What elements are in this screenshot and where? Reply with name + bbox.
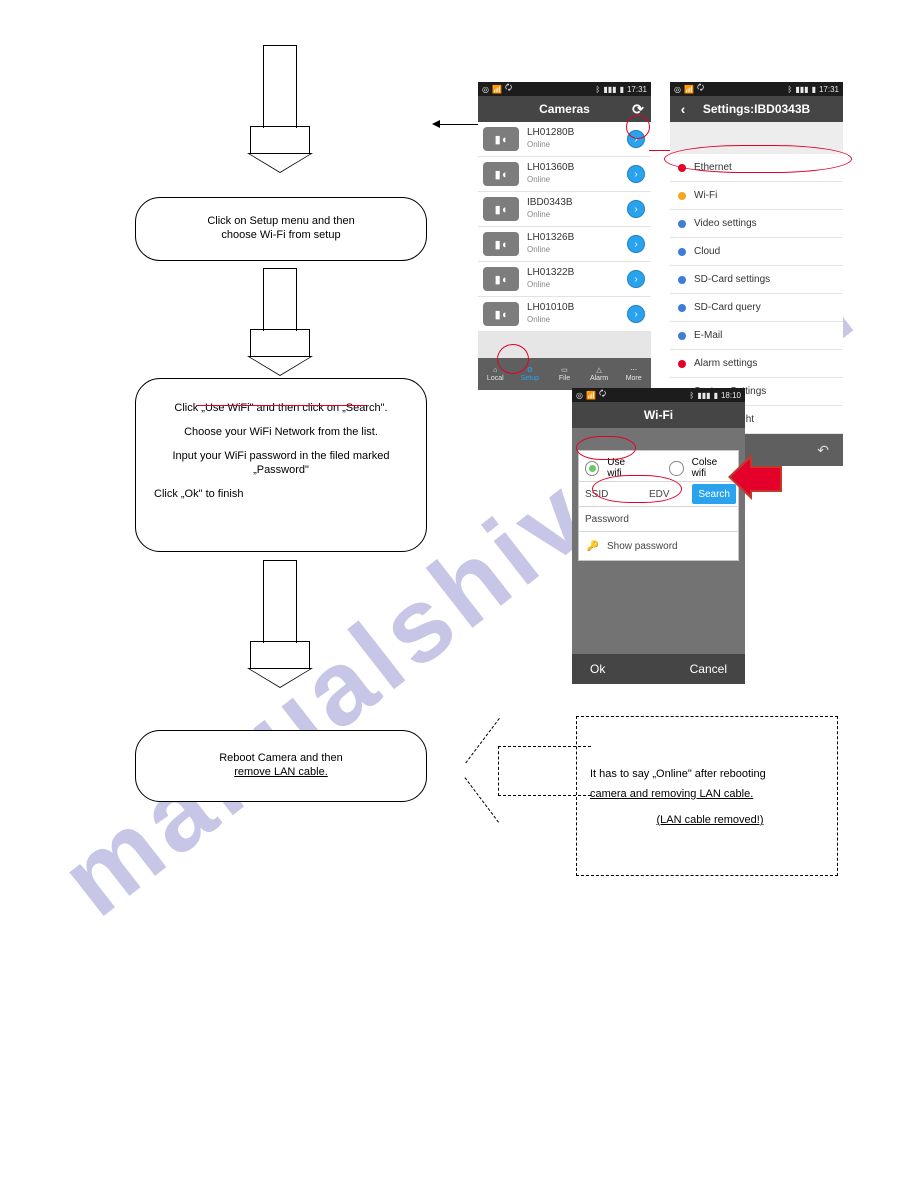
camera-more-button[interactable]: › xyxy=(627,235,645,253)
flow-box-2-l5: Click „Ok" to finish xyxy=(136,487,426,501)
signal-icon: ▮▮▮ xyxy=(603,85,616,94)
dashed-text: It has to say „Online" after rebooting c… xyxy=(590,764,830,830)
settings-title: Settings:IBD0343B ‹ xyxy=(670,96,843,122)
clock: 17:31 xyxy=(627,85,647,94)
flow-box-1: Click on Setup menu and then choose Wi-F… xyxy=(135,197,427,261)
camera-name: LH01322B xyxy=(527,267,627,279)
battery-icon: ▮ xyxy=(620,85,624,94)
annotation-ellipse-password xyxy=(592,475,682,503)
radio-use-wifi[interactable] xyxy=(585,461,599,476)
flow-box-3-l1: Reboot Camera and then xyxy=(136,731,426,765)
status-icon: ◎ xyxy=(482,85,489,94)
back-icon[interactable]: ‹ xyxy=(670,96,696,122)
annotation-ellipse-wifi xyxy=(664,145,852,173)
key-icon: 🔑 xyxy=(585,538,601,554)
flow-box-2-l2: Choose your WiFi Network from the list. xyxy=(136,425,426,439)
camera-name: IBD0343B xyxy=(527,197,627,209)
wifi-title: Wi-Fi xyxy=(572,402,745,428)
settings-item-cloud[interactable]: Cloud xyxy=(670,238,843,266)
radio-close-wifi[interactable] xyxy=(669,461,683,476)
sync-icon: 🗘 xyxy=(505,82,512,96)
flow-box-1-l1: Click on Setup menu and then xyxy=(136,198,426,228)
status-bar: ◎📶🗘 ᛒ▮▮▮▮17:31 xyxy=(670,82,843,96)
settings-item-wifi[interactable]: Wi-Fi xyxy=(670,182,843,210)
return-icon[interactable]: ↶ xyxy=(817,442,829,459)
camera-icon: ▮◖ xyxy=(483,127,519,151)
cancel-button[interactable]: Cancel xyxy=(690,662,727,676)
camera-status: Online xyxy=(527,314,627,326)
password-label: Password xyxy=(585,514,645,525)
status-bar: ◎ 📶 🗘 ᛒ ▮▮▮ ▮ 17:31 xyxy=(478,82,651,96)
camera-icon: ▮◖ xyxy=(483,302,519,326)
flow-box-2-l4: „Password" xyxy=(136,463,426,477)
settings-item-video[interactable]: Video settings xyxy=(670,210,843,238)
wifi-panel: Use wifi Colse wifi SSID EDV Search Pass… xyxy=(578,450,739,561)
camera-icon: ▮◖ xyxy=(483,162,519,186)
flow-arrow-2 xyxy=(247,268,313,368)
camera-list: ▮◖ LH01280B Online › ▮◖ LH01360B Online … xyxy=(478,122,651,358)
settings-item-sdcard-settings[interactable]: SD-Card settings xyxy=(670,266,843,294)
camera-row[interactable]: ▮◖ LH01322B Online › xyxy=(478,262,651,297)
settings-item-alarm[interactable]: Alarm settings xyxy=(670,350,843,378)
camera-icon: ▮◖ xyxy=(483,232,519,256)
camera-row[interactable]: ▮◖ IBD0343B Online › xyxy=(478,192,651,227)
annotation-redline xyxy=(196,405,366,406)
flow-box-2: Click „Use WiFi" and then click on „Sear… xyxy=(135,378,427,552)
pointer-to-cameras xyxy=(432,119,482,129)
camera-row[interactable]: ▮◖ LH01326B Online › xyxy=(478,227,651,262)
flow-box-3-l2: remove LAN cable. xyxy=(234,766,328,778)
annotation-circle-setup xyxy=(497,344,529,374)
camera-more-button[interactable]: › xyxy=(627,270,645,288)
camera-name: LH01360B xyxy=(527,162,627,174)
flow-box-2-l3: Input your WiFi password in the filed ma… xyxy=(136,449,426,463)
tab-more[interactable]: ⋯More xyxy=(616,358,651,390)
status-bar: ◎📶🗘 ᛒ▮▮▮▮18:10 xyxy=(572,388,745,402)
camera-status: Online xyxy=(527,279,627,291)
dashed-arrow-left xyxy=(460,718,590,826)
tab-file[interactable]: ▭File xyxy=(547,358,582,390)
settings-item-sdcard-query[interactable]: SD-Card query xyxy=(670,294,843,322)
camera-name: LH01010B xyxy=(527,302,627,314)
camera-name: LH01326B xyxy=(527,232,627,244)
camera-status: Online xyxy=(527,209,627,221)
camera-name: LH01280B xyxy=(527,127,627,139)
close-wifi-label: Colse wifi xyxy=(692,457,732,479)
camera-icon: ▮◖ xyxy=(483,267,519,291)
flow-box-2-l1: Click „Use WiFi" and then click on „Sear… xyxy=(136,401,426,415)
phone-cameras: ◎ 📶 🗘 ᛒ ▮▮▮ ▮ 17:31 Cameras ⟳ ▮◖ LH01280… xyxy=(478,82,651,390)
settings-item-email[interactable]: E-Mail xyxy=(670,322,843,350)
tab-alarm[interactable]: △Alarm xyxy=(582,358,617,390)
annotation-circle-more xyxy=(626,115,650,139)
password-row[interactable]: Password xyxy=(579,506,738,531)
camera-row[interactable]: ▮◖ LH01010B Online › xyxy=(478,297,651,332)
dashed-l1: It has to say „Online" after rebooting xyxy=(590,768,766,780)
dashed-l3: (LAN cable removed!) xyxy=(657,814,764,826)
camera-status: Online xyxy=(527,244,627,256)
camera-more-button[interactable]: › xyxy=(627,200,645,218)
wifi-title-label: Wi-Fi xyxy=(644,408,673,422)
camera-status: Online xyxy=(527,139,627,151)
camera-row[interactable]: ▮◖ LH01360B Online › xyxy=(478,157,651,192)
flow-box-3: Reboot Camera and then remove LAN cable. xyxy=(135,730,427,802)
annotation-ellipse-usewifi xyxy=(576,436,636,460)
dashed-l2: camera and removing LAN cable. xyxy=(590,788,753,800)
settings-title-label: Settings:IBD0343B xyxy=(703,102,810,116)
cameras-title-label: Cameras xyxy=(539,102,590,116)
camera-more-button[interactable]: › xyxy=(627,165,645,183)
bt-icon: ᛒ xyxy=(596,85,601,94)
flow-arrow-3 xyxy=(247,560,313,680)
annotation-big-arrow xyxy=(728,454,784,500)
camera-more-button[interactable]: › xyxy=(627,305,645,323)
show-password-row[interactable]: 🔑 Show password xyxy=(579,531,738,560)
wifi-icon: 📶 xyxy=(492,85,502,94)
cameras-title: Cameras ⟳ xyxy=(478,96,651,122)
camera-icon: ▮◖ xyxy=(483,197,519,221)
flow-box-1-l2: choose Wi-Fi from setup xyxy=(136,228,426,242)
ok-button[interactable]: Ok xyxy=(590,662,605,676)
camera-status: Online xyxy=(527,174,627,186)
flow-arrow-1 xyxy=(247,45,313,165)
phone-wifi: ◎📶🗘 ᛒ▮▮▮▮18:10 Wi-Fi Use wifi Colse wifi… xyxy=(572,388,745,684)
show-password-label: Show password xyxy=(607,541,678,552)
